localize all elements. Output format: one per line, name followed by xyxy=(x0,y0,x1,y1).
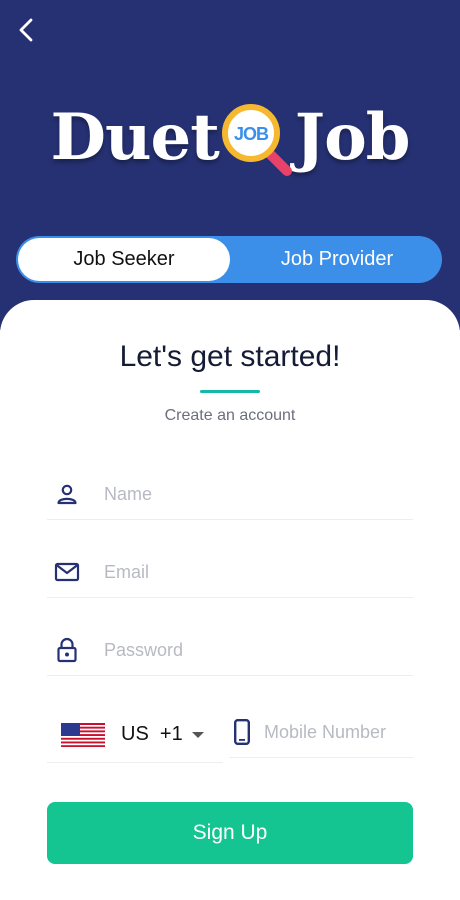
phone-icon xyxy=(234,719,250,745)
email-field xyxy=(47,547,413,598)
page-title: Let's get started! xyxy=(119,340,341,373)
back-button[interactable] xyxy=(12,16,40,44)
mobile-input[interactable] xyxy=(264,721,394,743)
email-input[interactable] xyxy=(104,561,384,583)
logo-text-right: Job xyxy=(294,99,411,175)
logo-text-left: Duet xyxy=(50,99,219,175)
mobile-field xyxy=(229,707,413,758)
mail-icon xyxy=(47,562,87,582)
password-field xyxy=(47,625,413,676)
tab-job-seeker[interactable]: Job Seeker xyxy=(18,238,230,281)
logo-badge-text: JOB xyxy=(234,124,269,144)
us-flag-icon xyxy=(61,722,105,747)
title-underline xyxy=(200,390,260,393)
magnifier-logo-icon: JOB xyxy=(221,104,292,176)
name-field xyxy=(47,469,413,520)
name-input[interactable] xyxy=(104,483,384,505)
signup-button[interactable]: Sign Up xyxy=(47,802,413,864)
lock-icon xyxy=(47,637,87,663)
app-logo: Duet JOB Job xyxy=(0,92,460,182)
person-icon xyxy=(47,483,87,505)
password-input[interactable] xyxy=(104,639,384,661)
country-code-select[interactable]: US +1 xyxy=(47,707,223,763)
chevron-left-icon xyxy=(19,18,33,42)
country-code-value: US +1 xyxy=(121,723,183,745)
caret-down-icon xyxy=(191,731,204,738)
tab-job-provider[interactable]: Job Provider xyxy=(232,236,442,283)
role-toggle: Job Seeker Job Provider xyxy=(16,236,442,283)
page-subtitle: Create an account xyxy=(164,407,296,424)
